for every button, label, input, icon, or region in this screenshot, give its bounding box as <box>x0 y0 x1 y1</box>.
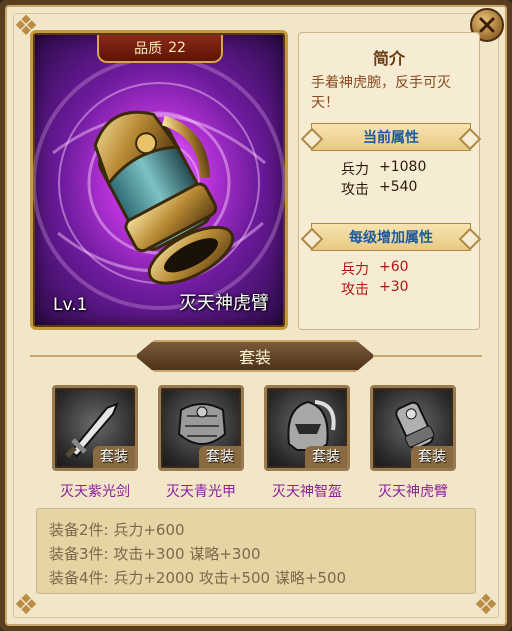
info-title: 简介 <box>372 49 405 68</box>
current-stats-header: 当前属性 <box>311 123 471 151</box>
item-level: Lv.1 <box>53 295 88 315</box>
set-title-banner: 套装 <box>135 340 375 372</box>
item-card: 品质 22 Lv.1 灭天神虎臂 <box>30 30 288 330</box>
quality-badge: 品质 22 <box>97 35 223 63</box>
stat-label: 兵力 <box>341 262 369 278</box>
tiger-bracer-icon <box>93 110 235 285</box>
set-item-sword[interactable]: 套装 <box>52 385 138 471</box>
set-tag: 套装 <box>199 446 241 468</box>
stat-row: 攻击 +30 <box>341 279 409 299</box>
set-bonus-line: 装备3件: 攻击+300 谋略+300 <box>49 545 261 563</box>
current-stats-header-label: 当前属性 <box>363 130 419 146</box>
quality-value: 22 <box>168 40 186 56</box>
set-bonus-panel: 装备2件: 兵力+600 装备3件: 攻击+300 谋略+300 装备4件: 兵… <box>36 508 476 594</box>
item-description: 手着神虎腕，反手可灭天！ <box>311 75 451 111</box>
set-title: 套装 <box>238 348 271 367</box>
set-tag: 套装 <box>93 446 135 468</box>
set-item-name: 灭天青光甲 <box>166 484 236 500</box>
close-icon <box>479 17 495 33</box>
stat-value: +60 <box>379 259 409 275</box>
growth-stats-header: 每级增加属性 <box>311 223 471 251</box>
stat-row: 兵力 +1080 <box>341 159 426 179</box>
set-item-name: 灭天神智盔 <box>272 484 342 500</box>
stat-label: 兵力 <box>341 162 369 178</box>
info-panel: 简介 手着神虎腕，反手可灭天！ 当前属性 兵力 +1080 攻击 +540 每级… <box>298 32 480 330</box>
set-bonus-line: 装备4件: 兵力+2000 攻击+500 谋略+500 <box>49 569 347 587</box>
item-name: 灭天神虎臂 <box>179 293 269 314</box>
stat-value: +30 <box>379 279 409 295</box>
stat-value: +1080 <box>379 159 427 175</box>
set-item-bracer[interactable]: 套装 <box>370 385 456 471</box>
set-item-name: 灭天神虎臂 <box>378 484 448 500</box>
stat-value: +540 <box>379 179 418 195</box>
stat-row: 攻击 +540 <box>341 179 417 199</box>
set-tag: 套装 <box>411 446 453 468</box>
quality-label: 品质 <box>134 41 163 57</box>
growth-stats-header-label: 每级增加属性 <box>349 230 433 246</box>
set-tag: 套装 <box>305 446 347 468</box>
set-bonus-line: 装备2件: 兵力+600 <box>49 521 185 539</box>
stat-label: 攻击 <box>341 282 369 298</box>
set-item-helmet[interactable]: 套装 <box>264 385 350 471</box>
stat-label: 攻击 <box>341 182 369 198</box>
stat-row: 兵力 +60 <box>341 259 409 279</box>
set-item-armor[interactable]: 套装 <box>158 385 244 471</box>
set-item-name: 灭天紫光剑 <box>60 484 130 500</box>
